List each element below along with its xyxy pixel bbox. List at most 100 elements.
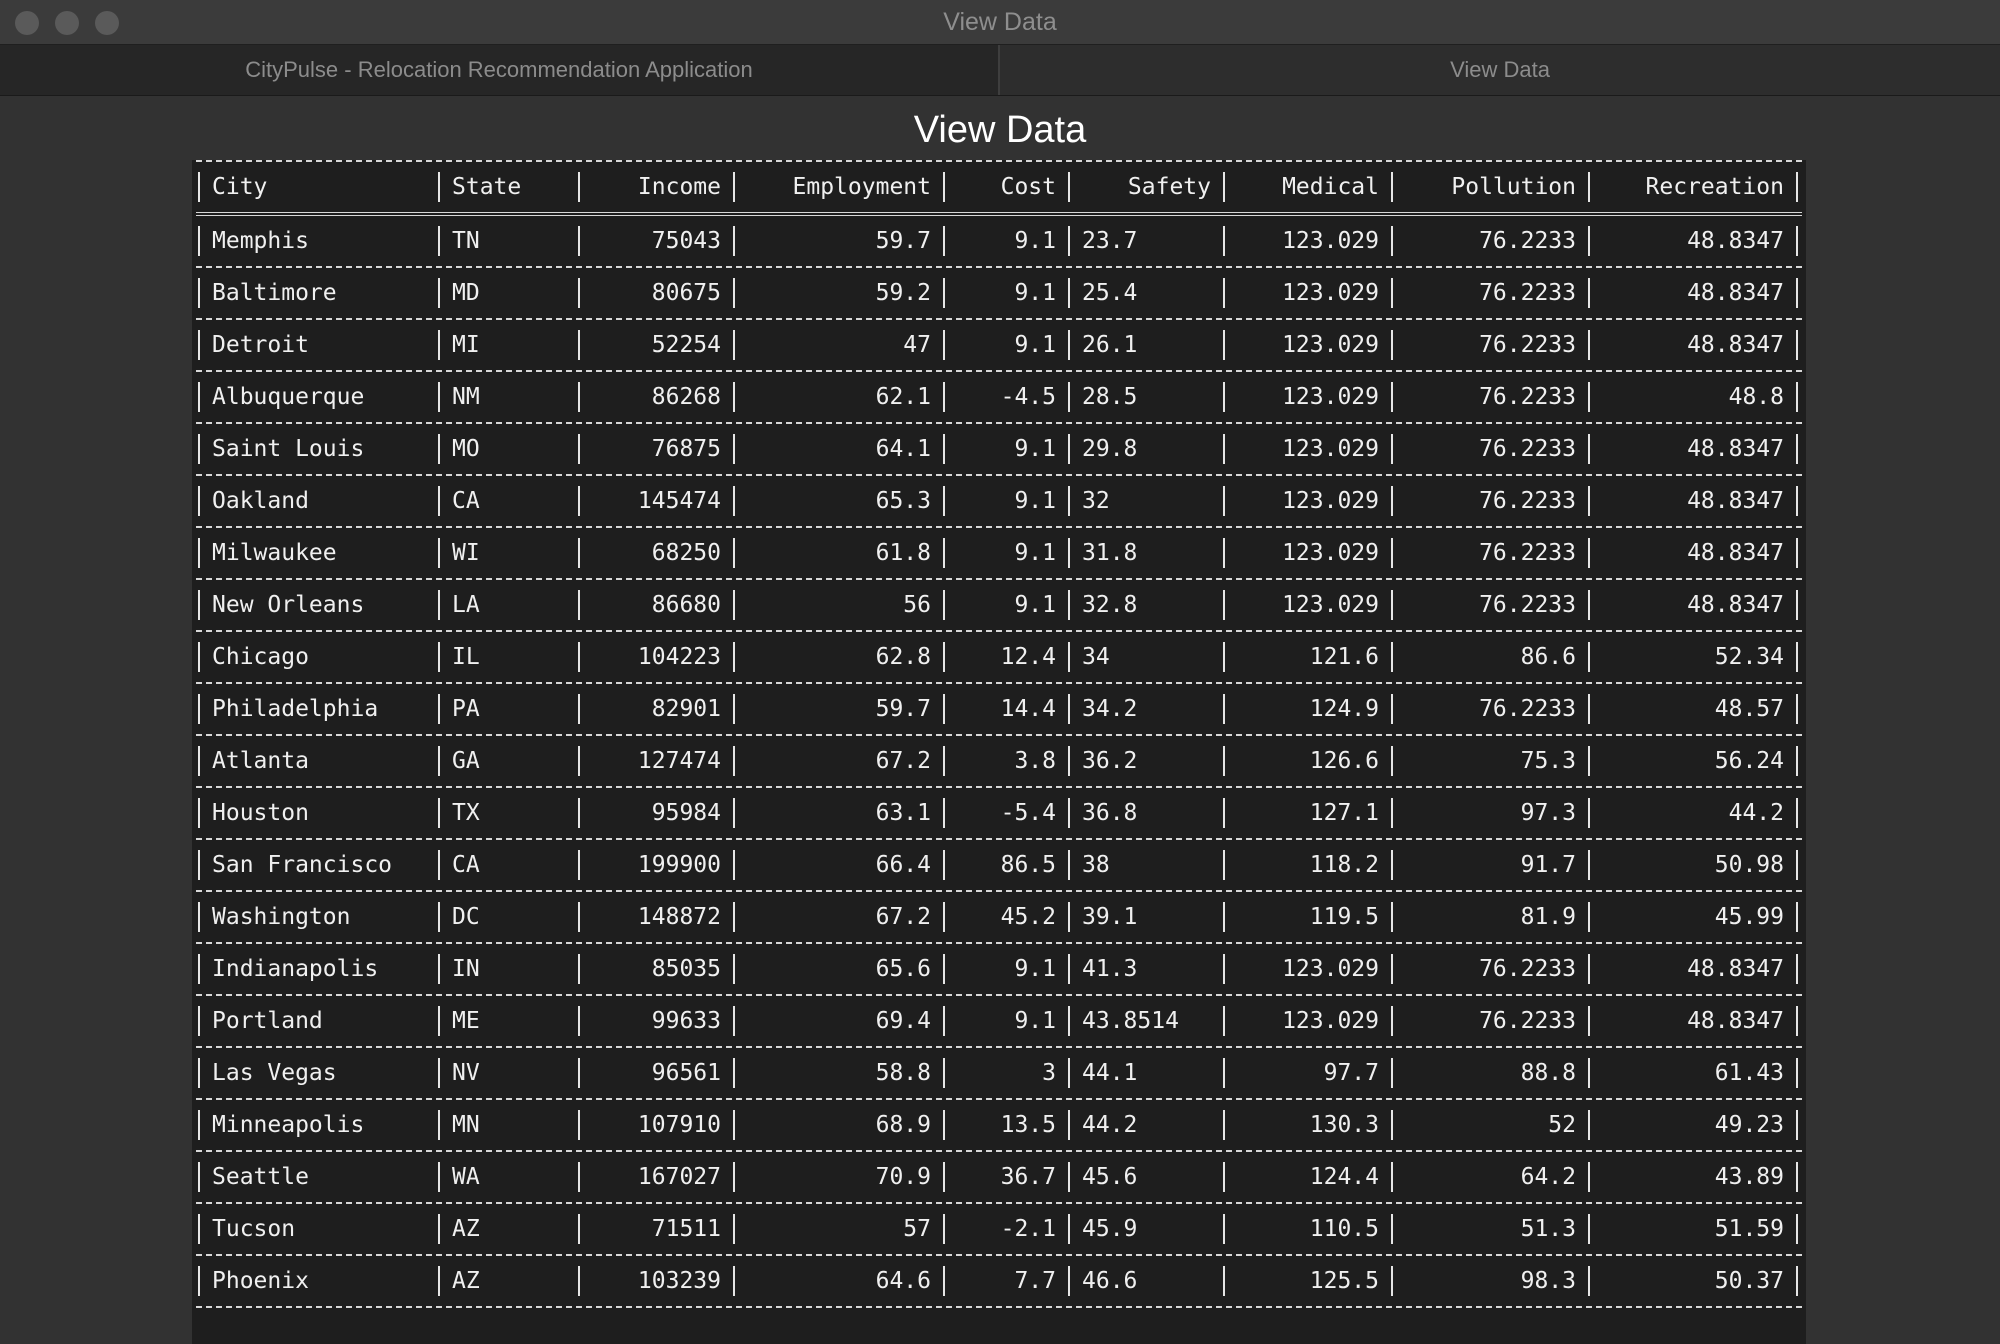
cell-cost: 14.4: [943, 694, 1068, 724]
cell-safety: 28.5: [1068, 382, 1223, 412]
cell-income: 167027: [578, 1162, 733, 1192]
cell-employment: 59.2: [733, 278, 943, 308]
data-table-panel[interactable]: City State Income Employment Cost Safety Medic…: [192, 160, 1806, 1344]
cell-employment: 69.4: [733, 1006, 943, 1036]
cell-pollution: 76.2233: [1391, 590, 1588, 620]
cell-employment: 62.8: [733, 642, 943, 672]
cell-cost: 9.1: [943, 486, 1068, 516]
cell-pollution: 98.3: [1391, 1266, 1588, 1296]
cell-recreation: 48.57: [1588, 694, 1798, 724]
cell-cost: -5.4: [943, 798, 1068, 828]
cell-city: Detroit: [198, 330, 438, 360]
cell-income: 127474: [578, 746, 733, 776]
cell-city: Chicago: [198, 642, 438, 672]
tab-citypulse[interactable]: CityPulse - Relocation Recommendation Ap…: [0, 45, 998, 95]
cell-safety: 39.1: [1068, 902, 1223, 932]
cell-safety: 26.1: [1068, 330, 1223, 360]
cell-city: Baltimore: [198, 278, 438, 308]
table-row: Las Vegas NV 96561 58.8 3 44.1 97.7 88.8 61.43: [192, 1048, 1802, 1098]
column-header-medical: Medical: [1223, 172, 1391, 202]
cell-cost: 9.1: [943, 330, 1068, 360]
cell-medical: 119.5: [1223, 902, 1391, 932]
cell-medical: 123.029: [1223, 382, 1391, 412]
cell-cost: 9.1: [943, 434, 1068, 464]
cell-employment: 68.9: [733, 1110, 943, 1140]
cell-employment: 67.2: [733, 902, 943, 932]
table-header-row: City State Income Employment Cost Safety Medic…: [192, 162, 1802, 212]
cell-city: New Orleans: [198, 590, 438, 620]
cell-medical: 124.9: [1223, 694, 1391, 724]
cell-pollution: 76.2233: [1391, 434, 1588, 464]
cell-medical: 123.029: [1223, 226, 1391, 256]
cell-employment: 62.1: [733, 382, 943, 412]
cell-medical: 123.029: [1223, 486, 1391, 516]
cell-recreation: 52.34: [1588, 642, 1798, 672]
cell-city: Memphis: [198, 226, 438, 256]
cell-medical: 123.029: [1223, 538, 1391, 568]
cell-cost: 3: [943, 1058, 1068, 1088]
cell-income: 82901: [578, 694, 733, 724]
cell-city: Washington: [198, 902, 438, 932]
app-window: View Data CityPulse - Relocation Recomme…: [0, 0, 2000, 1344]
cell-cost: 3.8: [943, 746, 1068, 776]
cell-city: San Francisco: [198, 850, 438, 880]
table-row: New Orleans LA 86680 56 9.1 32.8 123.029 76.223…: [192, 580, 1802, 630]
tab-view-data[interactable]: View Data: [1000, 45, 2000, 95]
cell-recreation: 50.37: [1588, 1266, 1798, 1296]
cell-pollution: 76.2233: [1391, 486, 1588, 516]
cell-recreation: 48.8347: [1588, 954, 1798, 984]
cell-safety: 23.7: [1068, 226, 1223, 256]
cell-recreation: 48.8347: [1588, 590, 1798, 620]
table-row: Minneapolis MN 107910 68.9 13.5 44.2 130.3 52 49…: [192, 1100, 1802, 1150]
cell-cost: -2.1: [943, 1214, 1068, 1244]
cell-recreation: 49.23: [1588, 1110, 1798, 1140]
cell-recreation: 48.8347: [1588, 278, 1798, 308]
cell-state: IN: [438, 954, 578, 984]
cell-recreation: 43.89: [1588, 1162, 1798, 1192]
cell-state: MD: [438, 278, 578, 308]
cell-medical: 124.4: [1223, 1162, 1391, 1192]
table-row: Philadelphia PA 82901 59.7 14.4 34.2 124.9 76.2…: [192, 684, 1802, 734]
cell-state: CA: [438, 850, 578, 880]
cell-income: 75043: [578, 226, 733, 256]
table-row: Milwaukee WI 68250 61.8 9.1 31.8 123.029 76.223…: [192, 528, 1802, 578]
data-table: City State Income Employment Cost Safety Medic…: [192, 160, 1802, 1308]
cell-recreation: 48.8347: [1588, 226, 1798, 256]
cell-income: 95984: [578, 798, 733, 828]
cell-cost: 9.1: [943, 590, 1068, 620]
cell-income: 103239: [578, 1266, 733, 1296]
cell-pollution: 88.8: [1391, 1058, 1588, 1088]
column-header-cost: Cost: [943, 172, 1068, 202]
table-row: Albuquerque NM 86268 62.1 -4.5 28.5 123.029 76.…: [192, 372, 1802, 422]
cell-state: CA: [438, 486, 578, 516]
cell-pollution: 76.2233: [1391, 694, 1588, 724]
table-row: Atlanta GA 127474 67.2 3.8 36.2 126.6 75.3 56.24: [192, 736, 1802, 786]
cell-medical: 125.5: [1223, 1266, 1391, 1296]
cell-recreation: 48.8347: [1588, 486, 1798, 516]
cell-employment: 61.8: [733, 538, 943, 568]
column-header-employment: Employment: [733, 172, 943, 202]
cell-city: Oakland: [198, 486, 438, 516]
cell-income: 96561: [578, 1058, 733, 1088]
cell-state: AZ: [438, 1214, 578, 1244]
cell-income: 86680: [578, 590, 733, 620]
table-row: Phoenix AZ 103239 64.6 7.7 46.6 125.5 98.3 50.37: [192, 1256, 1802, 1306]
table-row: Chicago IL 104223 62.8 12.4 34 121.6 86.6 52.34: [192, 632, 1802, 682]
cell-safety: 38: [1068, 850, 1223, 880]
cell-safety: 25.4: [1068, 278, 1223, 308]
cell-safety: 43.8514: [1068, 1006, 1223, 1036]
cell-cost: 9.1: [943, 226, 1068, 256]
cell-income: 107910: [578, 1110, 733, 1140]
cell-employment: 58.8: [733, 1058, 943, 1088]
cell-state: GA: [438, 746, 578, 776]
cell-safety: 32: [1068, 486, 1223, 516]
cell-pollution: 76.2233: [1391, 226, 1588, 256]
cell-income: 86268: [578, 382, 733, 412]
cell-income: 104223: [578, 642, 733, 672]
cell-city: Seattle: [198, 1162, 438, 1192]
cell-cost: 9.1: [943, 954, 1068, 984]
cell-medical: 123.029: [1223, 330, 1391, 360]
cell-employment: 66.4: [733, 850, 943, 880]
cell-state: PA: [438, 694, 578, 724]
cell-employment: 67.2: [733, 746, 943, 776]
